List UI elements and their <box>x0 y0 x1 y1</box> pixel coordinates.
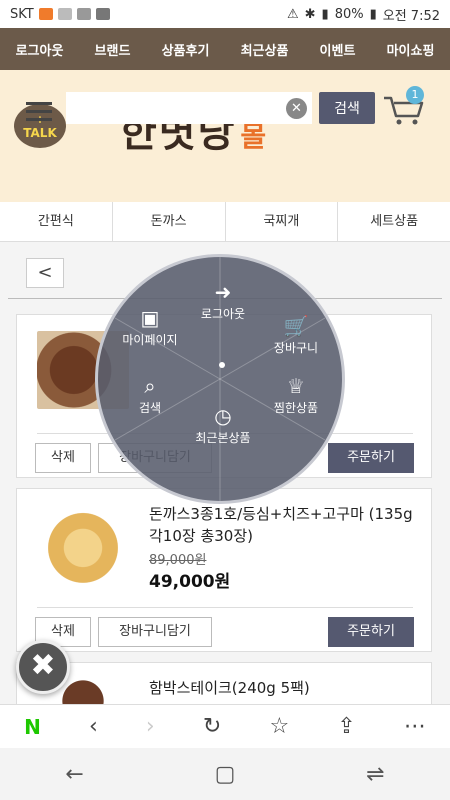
product-card: 돈까스3종1호/등심+치즈+고구마 (135g 각10장 총30장) 89,00… <box>16 488 432 652</box>
radial-item-search[interactable]: ⌕ 검색 <box>102 375 198 416</box>
status-bar: SKT ⚠ ✱ ▮ 80% ▮ 오전 7:52 <box>0 0 450 28</box>
notification-icon <box>57 8 72 20</box>
radial-center-dot <box>219 362 225 368</box>
radial-item-label: 검색 <box>138 401 162 415</box>
top-menu-reviews[interactable]: 상품후기 <box>162 40 210 59</box>
top-menu-myshopping[interactable]: 마이쇼핑 <box>387 40 435 59</box>
browser-back-icon[interactable]: ‹ <box>89 714 98 739</box>
original-price: 89,000원 <box>149 553 207 568</box>
radial-item-label: 장바구니 <box>273 341 319 355</box>
top-menu-brand[interactable]: 브랜드 <box>95 40 131 59</box>
browser-toolbar: N ‹ › ↻ ☆ ⇪ ⋯ <box>0 704 450 748</box>
order-button[interactable]: 주문하기 <box>328 617 414 647</box>
hamburger-menu-icon[interactable] <box>26 102 52 122</box>
nav-recent-icon[interactable]: ⇌ <box>366 762 384 787</box>
notification-icon <box>76 8 91 20</box>
carrier-label: SKT <box>10 6 34 22</box>
battery-label: 80% <box>334 6 364 22</box>
top-menu-recent[interactable]: 최근상품 <box>241 40 289 59</box>
android-nav-bar: ← ▢ ⇌ <box>0 748 450 800</box>
category-set[interactable]: 세트상품 <box>338 202 450 241</box>
logout-icon: ➜ <box>214 280 232 304</box>
clear-search-icon[interactable]: ✕ <box>286 98 307 119</box>
search-button[interactable]: 검색 <box>319 92 375 124</box>
more-icon[interactable]: ⋯ <box>404 714 426 739</box>
bluetooth-icon: ✱ <box>304 6 316 22</box>
signal-icon: ▮ <box>321 6 329 22</box>
top-menu: 로그아웃 브랜드 상품후기 최근상품 이벤트 마이쇼핑 <box>0 28 450 70</box>
radial-quick-menu: ➜ 로그아웃 🛒 장바구니 ♕ 찜한상품 ◷ 최근본상품 ⌕ 검색 ▣ 마이페이… <box>95 254 345 504</box>
bookmark-star-icon[interactable]: ☆ <box>269 714 289 739</box>
card-divider <box>37 607 413 608</box>
delete-button[interactable]: 삭제 <box>35 443 91 473</box>
bag-icon: ▣ <box>140 306 160 330</box>
facebook-icon <box>95 8 110 20</box>
share-icon[interactable]: ⇪ <box>337 714 355 739</box>
header: + TALK 한볏당몰 <box>0 70 450 202</box>
top-menu-logout[interactable]: 로그아웃 <box>16 40 64 59</box>
product-title[interactable]: 함박스테이크(240g 5팩) <box>149 677 419 699</box>
logo-suffix: 몰 <box>240 120 269 153</box>
radial-item-label: 찜한상품 <box>273 401 319 415</box>
back-button[interactable]: < <box>26 258 64 288</box>
product-title[interactable]: 돈까스3종1호/등심+치즈+고구마 (135g 각10장 총30장) <box>149 503 419 547</box>
cart-icon: 🛒 <box>283 314 309 338</box>
radial-item-label: 로그아웃 <box>200 307 246 321</box>
search-icon: ⌕ <box>144 374 156 398</box>
search-input[interactable] <box>66 92 312 124</box>
sale-price: 49,000원 <box>149 572 231 592</box>
warning-icon: ⚠ <box>286 6 299 22</box>
close-quick-menu-button[interactable]: ✖ <box>16 640 70 694</box>
clock-icon: ◷ <box>214 404 232 428</box>
nav-home-icon[interactable]: ▢ <box>215 762 236 787</box>
category-soup[interactable]: 국찌개 <box>226 202 339 241</box>
category-tonkatsu[interactable]: 돈까스 <box>113 202 226 241</box>
add-to-cart-button[interactable]: 장바구니담기 <box>98 617 212 647</box>
radial-item-label: 마이페이지 <box>122 333 178 347</box>
radial-item-cart[interactable]: 🛒 장바구니 <box>248 315 344 356</box>
category-bar: 간편식 돈까스 국찌개 세트상품 <box>0 202 450 242</box>
product-image[interactable] <box>37 505 129 583</box>
crown-icon: ♕ <box>287 374 305 398</box>
battery-icon: ▮ <box>369 6 377 22</box>
notification-icon <box>38 8 53 20</box>
radial-item-label: 최근본상품 <box>195 431 251 445</box>
browser-forward-icon[interactable]: › <box>146 714 155 739</box>
top-menu-events[interactable]: 이벤트 <box>320 40 356 59</box>
reload-icon[interactable]: ↻ <box>203 714 221 739</box>
cart-count-badge: 1 <box>406 86 424 104</box>
clock-label: 오전 7:52 <box>382 8 440 24</box>
radial-item-mypage[interactable]: ▣ 마이페이지 <box>102 307 198 348</box>
nav-back-icon[interactable]: ← <box>65 762 83 787</box>
talk-label: TALK <box>23 125 57 140</box>
naver-home-icon[interactable]: N <box>24 715 41 739</box>
category-simple-meal[interactable]: 간편식 <box>0 202 113 241</box>
